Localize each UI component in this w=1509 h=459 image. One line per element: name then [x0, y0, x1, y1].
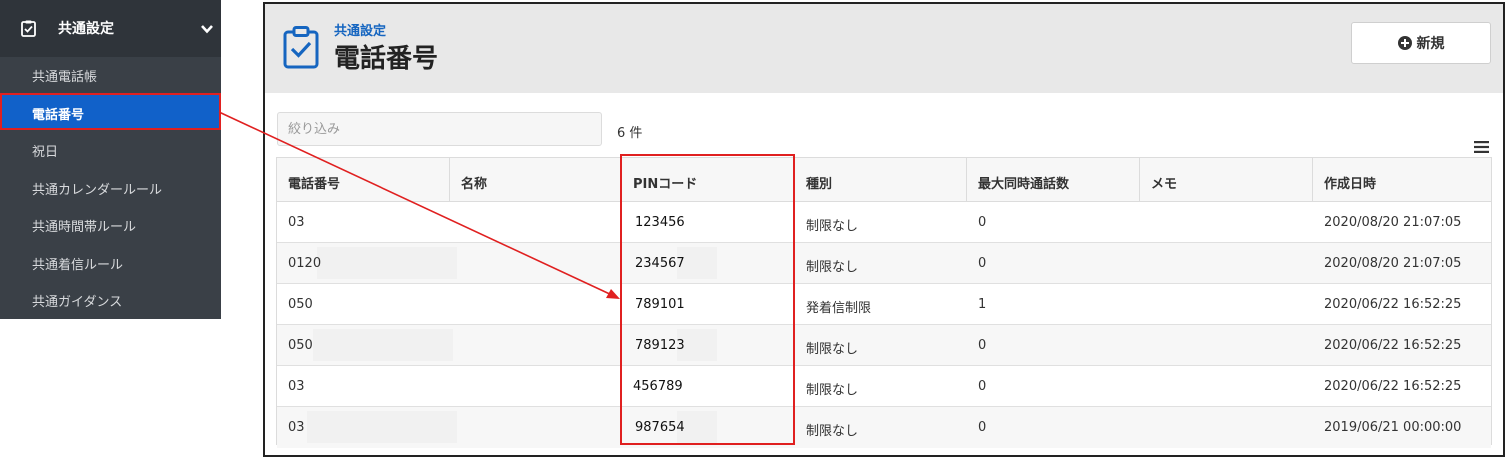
clipboard-check-icon [283, 26, 319, 69]
page-title: 電話番号 [334, 44, 439, 74]
sidebar-section-common-settings[interactable]: 共通設定 [0, 0, 221, 57]
sidebar-item-phone-numbers[interactable]: 電話番号 [0, 93, 221, 130]
new-button-label: 新規 [1416, 36, 1445, 52]
column-header-memo[interactable]: メモ [1140, 158, 1313, 202]
column-header-type[interactable]: 種別 [795, 158, 967, 202]
sidebar-item-common-calendar-rules[interactable]: 共通カレンダールール [0, 168, 221, 205]
table-row[interactable]: 03 987654 制限なし 0 2019/06/21 00:00:00 [277, 407, 1491, 448]
table-row[interactable]: 050 789101 発着信制限 1 2020/06/22 16:52:25 [277, 284, 1491, 325]
column-header-pin-code[interactable]: PINコード [622, 158, 795, 202]
plus-circle-icon [1397, 36, 1412, 50]
table-row[interactable]: 050 789123 制限なし 0 2020/06/22 16:52:25 [277, 325, 1491, 366]
column-header-phone-number[interactable]: 電話番号 [277, 158, 450, 202]
column-header-name[interactable]: 名称 [450, 158, 622, 202]
sidebar: 共通設定 共通電話帳 電話番号 祝日 共通カレンダールール 共通時間帯ルール 共… [0, 0, 221, 319]
sidebar-item-common-timeband-rules[interactable]: 共通時間帯ルール [0, 205, 221, 242]
sidebar-item-common-phonebook[interactable]: 共通電話帳 [0, 55, 221, 92]
redacted-area [307, 411, 457, 443]
page-header: 共通設定 電話番号 新規 [265, 4, 1503, 93]
column-header-max-concurrent-calls[interactable]: 最大同時通話数 [967, 158, 1140, 202]
phone-number-table: 電話番号 名称 PINコード 種別 最大同時通話数 メモ 作成日時 03 123… [276, 157, 1492, 448]
column-header-created-at[interactable]: 作成日時 [1313, 158, 1491, 202]
filter-input[interactable] [277, 112, 602, 146]
sidebar-section-label: 共通設定 [58, 21, 114, 37]
redacted-area [317, 247, 457, 279]
table-row[interactable]: 0120 234567 制限なし 0 2020/08/20 21:07:05 [277, 243, 1491, 284]
result-count: 6 件 [617, 126, 643, 141]
main-panel: 共通設定 電話番号 新規 6 件 電話番号 名称 PINコード 種別 最大同時通… [263, 2, 1505, 457]
table-row[interactable]: 03 456789 制限なし 0 2020/06/22 16:52:25 [277, 366, 1491, 407]
breadcrumb[interactable]: 共通設定 [334, 20, 386, 39]
sidebar-item-holidays[interactable]: 祝日 [0, 130, 221, 167]
table-row[interactable]: 03 123456 制限なし 0 2020/08/20 21:07:05 [277, 202, 1491, 243]
table-header: 電話番号 名称 PINコード 種別 最大同時通話数 メモ 作成日時 [277, 158, 1491, 202]
chevron-down-icon[interactable] [200, 22, 214, 36]
sidebar-item-common-incoming-rules[interactable]: 共通着信ルール [0, 243, 221, 280]
clipboard-check-icon [21, 20, 36, 37]
hamburger-menu-icon[interactable] [1474, 141, 1489, 153]
redacted-area [313, 329, 453, 361]
new-button[interactable]: 新規 [1351, 22, 1491, 64]
sidebar-item-common-guidance[interactable]: 共通ガイダンス [0, 280, 221, 317]
